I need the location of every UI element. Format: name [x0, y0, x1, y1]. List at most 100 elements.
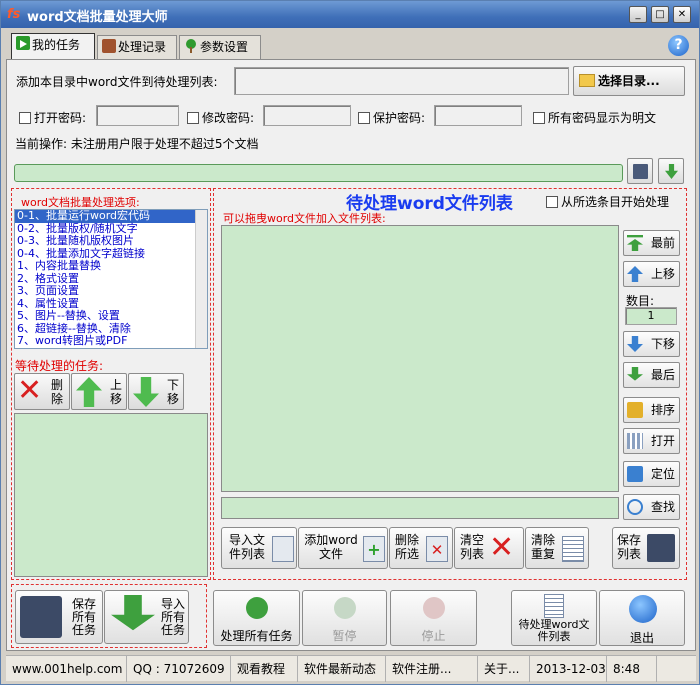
close-button[interactable]: ✕	[673, 6, 691, 23]
modify-password-text: 修改密码:	[202, 111, 255, 125]
directory-input[interactable]	[234, 67, 569, 95]
import-all-tasks-label: 导入所有任务	[160, 597, 185, 637]
exit-button[interactable]: 退出	[599, 590, 685, 646]
site-link[interactable]: www.001help.com	[6, 656, 127, 682]
start-from-selected-checkbox[interactable]	[546, 196, 558, 208]
remove-duplicates-label: 清除重复	[530, 533, 555, 561]
protect-password-checkbox[interactable]	[358, 112, 370, 124]
open-button[interactable]: 打开	[623, 428, 680, 454]
top-arrow-icon	[627, 235, 643, 251]
options-list[interactable]: 0-1、批量运行word宏代码 0-2、批量版权/随机文字 0-3、批量随机版权…	[14, 209, 208, 349]
save-all-tasks-button[interactable]: 保存所有任务	[15, 590, 103, 644]
tab-history[interactable]: 处理记录	[97, 35, 177, 59]
up-arrow-icon	[76, 377, 102, 407]
import-file-list-button[interactable]: 导入文件列表	[221, 527, 297, 569]
import-download-icon	[111, 595, 155, 631]
drag-hint: 可以拖曳word文件加入文件列表:	[223, 212, 386, 225]
stop-icon	[423, 597, 445, 619]
play-circle-icon	[246, 597, 268, 619]
protect-password-label[interactable]: 保护密码:	[358, 109, 425, 126]
options-scrollbar[interactable]	[195, 210, 207, 348]
move-up-task-button[interactable]: 上移	[71, 373, 127, 410]
process-all-button[interactable]: 处理所有任务	[213, 590, 300, 646]
tab-label: 我的任务	[32, 38, 81, 52]
pending-list-button[interactable]: 待处理word文件列表	[511, 590, 597, 646]
option-item[interactable]: 0-3、批量随机版权图片	[15, 234, 207, 248]
tutorial-link[interactable]: 观看教程	[231, 656, 298, 682]
sort-button[interactable]: 排序	[623, 397, 680, 423]
remove-duplicates-button[interactable]: 清除重复	[525, 527, 589, 569]
add-word-file-button[interactable]: 添加word文件 +	[298, 527, 388, 569]
options-title: word文档批量处理选项:	[21, 196, 140, 209]
news-link[interactable]: 软件最新动态	[298, 656, 386, 682]
waiting-task-list[interactable]	[14, 413, 208, 577]
file-path-field[interactable]	[221, 497, 619, 519]
clear-list-button[interactable]: 清空列表 ✕	[454, 527, 524, 569]
move-up-file-button[interactable]: 上移	[623, 261, 680, 287]
tab-label: 处理记录	[118, 40, 167, 54]
file-list[interactable]	[221, 225, 619, 492]
process-all-label: 处理所有任务	[220, 629, 293, 643]
start-from-selected[interactable]: 从所选条目开始处理	[546, 193, 669, 210]
option-item[interactable]: 3、页面设置	[15, 284, 207, 298]
move-bottom-button[interactable]: 最后	[623, 362, 680, 388]
choose-directory-button[interactable]: 选择目录...	[573, 66, 685, 96]
briefcase-icon	[102, 39, 116, 53]
floppy-icon	[633, 164, 648, 179]
show-plain-checkbox[interactable]	[533, 112, 545, 124]
minimize-button[interactable]: _	[629, 6, 647, 23]
main-window: fs word文档批量处理大师 _ □ ✕ 我的任务 处理记录 参数设置 ? 添…	[0, 0, 700, 685]
open-label: 打开	[650, 434, 675, 448]
help-icon[interactable]: ?	[668, 35, 689, 56]
move-bottom-label: 最后	[650, 368, 675, 382]
save-progress-button[interactable]	[627, 158, 653, 184]
show-plain-label[interactable]: 所有密码显示为明文	[533, 109, 656, 126]
tab-label: 参数设置	[200, 40, 249, 54]
add-word-file-label: 添加word文件	[304, 533, 358, 561]
register-link[interactable]: 软件注册...	[386, 656, 478, 682]
option-item[interactable]: 0-1、批量运行word宏代码	[15, 210, 207, 223]
import-all-tasks-button[interactable]: 导入所有任务	[104, 590, 189, 644]
move-down-file-button[interactable]: 下移	[623, 331, 680, 357]
move-down-label: 下移	[167, 378, 180, 406]
delete-task-button[interactable]: ✕ 删除	[14, 373, 70, 410]
open-password-input[interactable]	[96, 105, 179, 126]
time-label: 8:48	[607, 656, 657, 682]
delete-selected-button[interactable]: 删除所选 ✕	[389, 527, 453, 569]
protect-password-input[interactable]	[434, 105, 522, 126]
down-arrow-icon	[133, 377, 159, 407]
list-icon	[562, 536, 584, 562]
tab-settings[interactable]: 参数设置	[179, 35, 261, 59]
find-button[interactable]: 查找	[623, 494, 680, 520]
locate-button[interactable]: 定位	[623, 461, 680, 487]
maximize-button[interactable]: □	[651, 6, 669, 23]
modify-password-label[interactable]: 修改密码:	[187, 109, 254, 126]
stop-button[interactable]: 停止	[390, 590, 477, 646]
save-list-button[interactable]: 保存列表	[612, 527, 680, 569]
waiting-title: 等待处理的任务:	[15, 359, 104, 373]
pause-label: 暂停	[332, 629, 357, 643]
open-password-label[interactable]: 打开密码:	[19, 109, 86, 126]
qq-label: QQ : 71072609	[127, 656, 231, 682]
open-password-text: 打开密码:	[34, 111, 87, 125]
pause-button[interactable]: 暂停	[302, 590, 387, 646]
option-item[interactable]: 5、图片--替换、设置	[15, 309, 207, 323]
exit-label: 退出	[629, 631, 654, 645]
modify-password-checkbox[interactable]	[187, 112, 199, 124]
move-top-button[interactable]: 最前	[623, 230, 680, 256]
open-password-checkbox[interactable]	[19, 112, 31, 124]
import-file-list-label: 导入文件列表	[228, 533, 265, 561]
about-link[interactable]: 关于...	[478, 656, 530, 682]
modify-password-input[interactable]	[263, 105, 351, 126]
stop-label: 停止	[421, 629, 446, 643]
tab-my-tasks[interactable]: 我的任务	[11, 33, 95, 60]
down-icon	[627, 336, 643, 352]
option-item[interactable]: 1、内容批量替换	[15, 259, 207, 273]
option-item[interactable]: 7、word转图片或PDF	[15, 334, 207, 348]
locate-label: 定位	[650, 467, 675, 481]
move-down-task-button[interactable]: 下移	[128, 373, 184, 410]
import-icon	[272, 536, 294, 562]
locate-icon	[627, 466, 643, 482]
folder-icon	[579, 74, 595, 87]
download-button[interactable]	[658, 158, 684, 184]
